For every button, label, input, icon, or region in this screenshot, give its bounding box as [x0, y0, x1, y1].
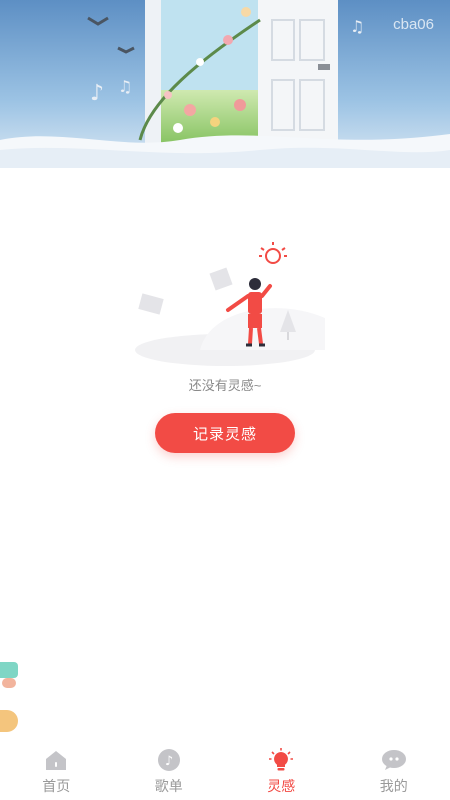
home-icon: [43, 748, 69, 772]
empty-message: 还没有灵感~: [188, 378, 262, 393]
widget-hand-icon: [2, 678, 16, 688]
svg-text:♫: ♫: [118, 77, 132, 96]
svg-text:♫: ♫: [350, 17, 364, 36]
tab-playlist-label: 歌单: [154, 778, 183, 794]
tab-profile[interactable]: 我的: [338, 742, 450, 800]
widget-top-bar: [0, 662, 18, 678]
tab-playlist[interactable]: ♪ 歌单: [113, 742, 226, 800]
playlist-icon: ♪: [156, 748, 182, 772]
svg-text:♪: ♪: [165, 754, 173, 769]
header-banner: ♪ ♫ ♫ cba06: [0, 0, 450, 168]
bottom-tab-bar: 首页 ♪ 歌单 灵感 我的: [0, 742, 450, 800]
watermark-text: cba06: [393, 16, 434, 33]
tab-home[interactable]: 首页: [0, 742, 113, 800]
widget-coin-icon: [0, 710, 18, 732]
empty-illustration: [135, 242, 325, 366]
tab-inspiration-label: 灵感: [267, 778, 296, 794]
tab-profile-label: 我的: [379, 778, 408, 794]
tab-home-label: 首页: [42, 778, 71, 794]
banner-image: ♪ ♫ ♫: [0, 0, 450, 168]
tab-inspiration[interactable]: 灵感: [225, 742, 338, 800]
lightbulb-icon: [268, 748, 294, 772]
record-inspiration-button[interactable]: 记录灵感: [155, 413, 295, 453]
profile-chat-icon: [381, 748, 407, 772]
svg-text:♪: ♪: [90, 81, 104, 106]
